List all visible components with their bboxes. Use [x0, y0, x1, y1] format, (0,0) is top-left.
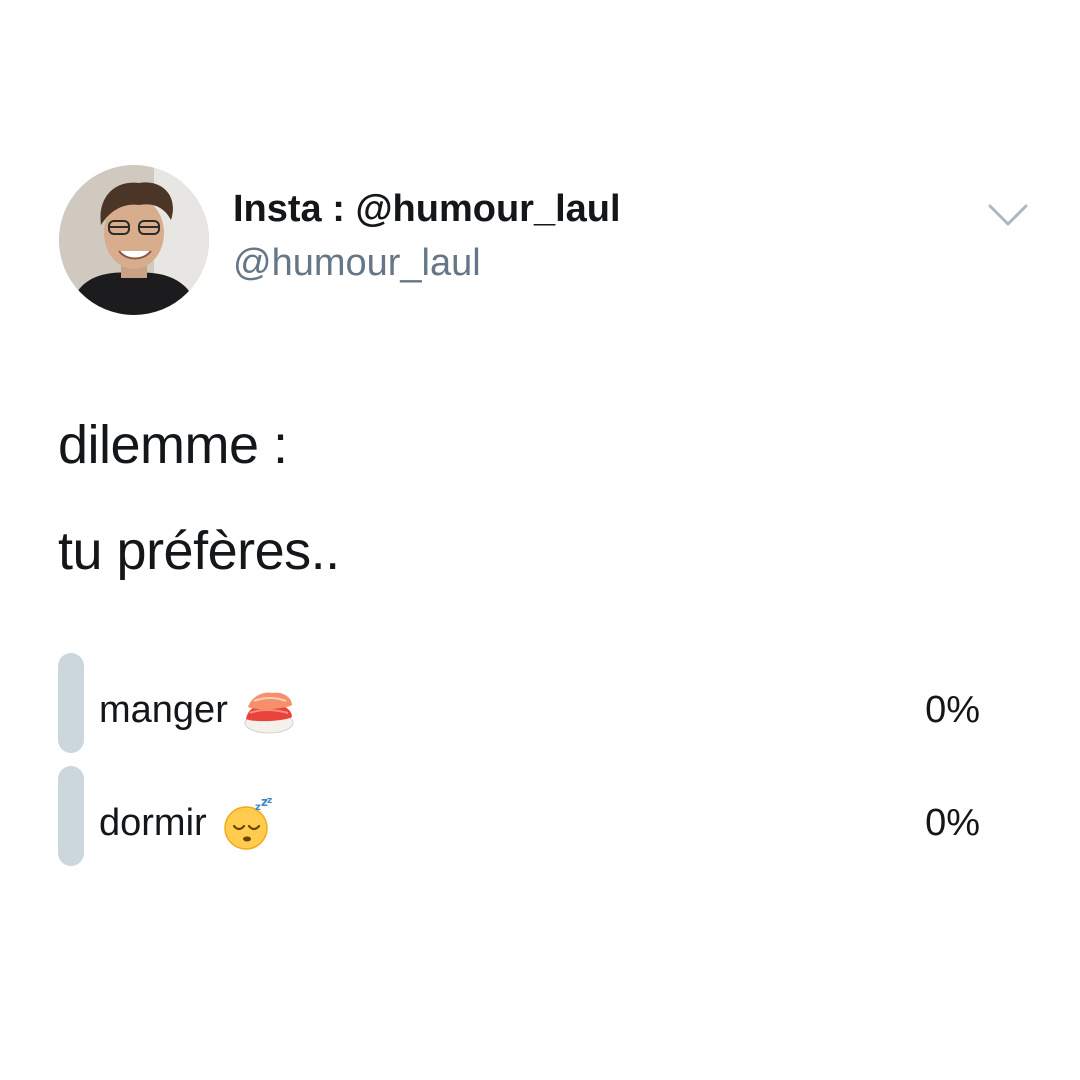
author-handle[interactable]: @humour_laul [233, 242, 481, 285]
sleeping-face-icon: z z z [221, 795, 275, 850]
chevron-down-icon[interactable] [986, 200, 1030, 230]
profile-photo-icon [59, 165, 209, 315]
poll-option-manger[interactable]: manger 0% [58, 653, 988, 753]
avatar[interactable] [59, 165, 209, 315]
tweet-card: Insta : @humour_laul @humour_laul dilemm… [0, 0, 1080, 1080]
poll-option-text: manger [99, 688, 228, 731]
poll-option-label: manger [99, 683, 296, 737]
svg-text:z: z [267, 796, 272, 806]
tweet-text-line-1: dilemme : [58, 415, 288, 475]
author-display-name[interactable]: Insta : @humour_laul [233, 188, 621, 231]
poll-result-bar [58, 653, 84, 753]
poll-option-dormir[interactable]: dormir z z z 0% [58, 766, 988, 866]
poll-result-bar [58, 766, 84, 866]
poll-option-percent: 0% [925, 802, 980, 844]
poll-option-text: dormir [99, 801, 207, 844]
tweet-text: dilemme : tu préfères.. [58, 392, 340, 604]
tweet-text-line-2: tu préfères.. [58, 521, 340, 581]
poll-option-percent: 0% [925, 689, 980, 731]
sushi-icon [242, 683, 296, 737]
poll-option-label: dormir z z z [99, 795, 275, 850]
